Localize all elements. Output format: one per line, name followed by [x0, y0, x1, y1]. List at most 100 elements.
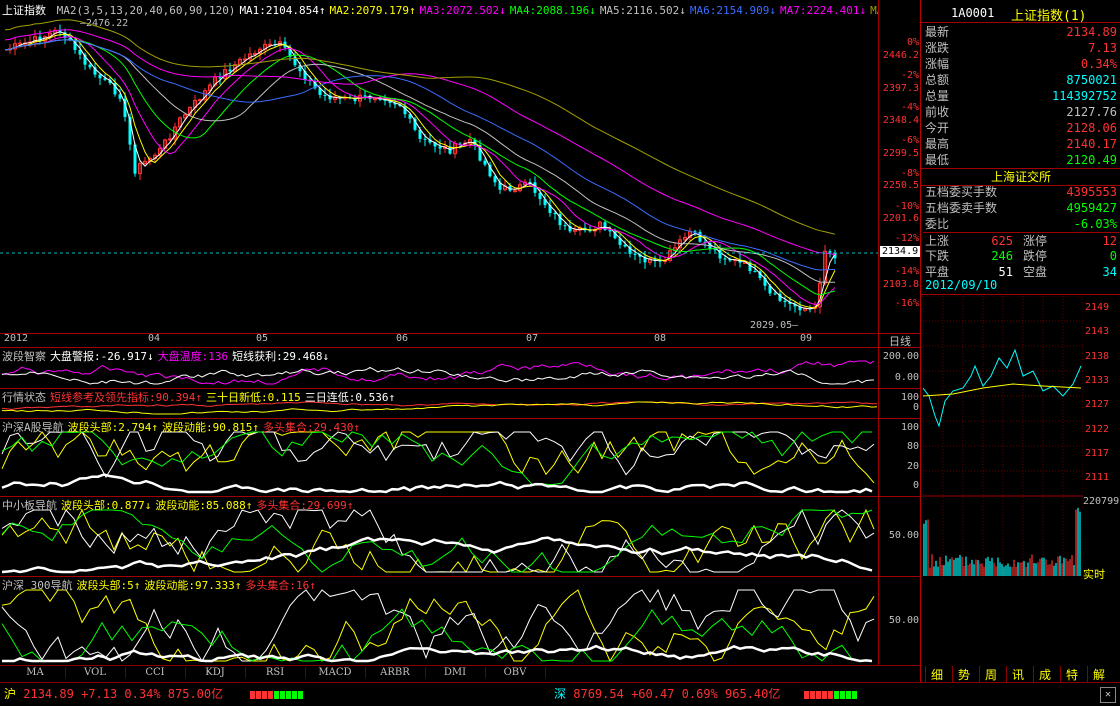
sh-change: +7.13 [81, 687, 118, 701]
tab-macd[interactable]: MACD [305, 667, 366, 678]
sz-price: 8769.54 [573, 687, 624, 701]
window-control-icon[interactable]: ✕ [1100, 687, 1116, 703]
intraday-price-tick: 2111 [1085, 472, 1110, 484]
indicator-value: 多头集合:29.699↑ [256, 499, 354, 512]
candle-body [438, 146, 442, 149]
ma-legend-item: MA8:2257.21 [870, 4, 878, 17]
intraday-date: 2012/09/10 [925, 278, 998, 292]
quote-label: 涨跌 [925, 41, 950, 55]
candle-body [783, 300, 787, 303]
tab-cci[interactable]: CCI [125, 667, 186, 678]
tab-vol[interactable]: VOL [65, 667, 126, 678]
candle-body [513, 190, 517, 193]
quote-value: 114392752 [1051, 89, 1117, 103]
indicator-value: 波段动能:90.815↑ [161, 421, 259, 434]
period-label[interactable]: 日线 [878, 333, 921, 348]
book-label: 五档委卖手数 [925, 201, 998, 215]
indicator-scale: 50.00 [878, 576, 921, 666]
candle-body [608, 229, 612, 232]
month-label: 2012 [4, 333, 29, 344]
candle-body [713, 249, 717, 251]
price-tick: 2103.8 [882, 279, 919, 290]
indicator-name: 行情状态 [2, 391, 46, 404]
quote-value: 2140.17 [1066, 137, 1117, 151]
indicator-value: 大盘警报:-26.917↓ [50, 350, 154, 363]
indicator-scale: 100 0 [878, 388, 921, 419]
ma-legend: 上证指数 MA2(3,5,13,20,40,60,90,120) MA1:2104… [2, 2, 878, 18]
right-tab[interactable]: 特 [1060, 666, 1083, 682]
indicator-scale: 200.00 0.00 [878, 347, 921, 389]
right-tab[interactable]: 成 [1033, 666, 1056, 682]
candle-body [563, 225, 567, 227]
indicator-value: 多头集合:29.430↑ [262, 421, 360, 434]
tab-dmi[interactable]: DMI [425, 667, 486, 678]
quote-label: 最新 [925, 25, 950, 39]
right-tab[interactable]: 势 [952, 666, 975, 682]
ma-legend-item: MA6:2154.909↓ [689, 4, 776, 17]
price-panel[interactable]: 上证指数 MA2(3,5,13,20,40,60,90,120) MA1:2104… [0, 0, 878, 334]
order-book-row: 五档委卖手数 4959427 [923, 200, 1119, 216]
sz-label: 深 [554, 687, 567, 701]
indicator-scale-tick: 0 [912, 480, 919, 491]
month-label: 04 [148, 333, 161, 344]
quote-value: 2128.06 [1066, 121, 1117, 135]
quote-label: 前收 [925, 105, 950, 119]
tab-ma[interactable]: MA [5, 667, 66, 678]
quote-label: 涨幅 [925, 57, 950, 71]
tab-rsi[interactable]: RSI [245, 667, 306, 678]
candle-body [623, 244, 627, 247]
sz-amount: 965.40亿 [725, 687, 781, 701]
candle-body [88, 64, 92, 68]
book-value: 4395553 [1066, 185, 1117, 199]
price-tick: 2201.6 [882, 213, 919, 224]
indicator-panel[interactable]: 沪深A股导航 波段头部:2.794↑ 波段动能:90.815↑ 多头集合:29.430… [0, 418, 878, 497]
current-price-tag: 2134.9 [880, 246, 921, 257]
candlestick-chart[interactable] [0, 0, 878, 333]
right-tab[interactable]: 讯 [1006, 666, 1029, 682]
ma-legend-item: MA5:2116.502↓ [599, 4, 686, 17]
indicator-panel[interactable]: 行情状态 短线参考及领先指标:90.394↑ 三十日新低:0.115 三日连低:0.5… [0, 388, 878, 419]
breadth-row: 上涨 625 涨停 12 [923, 232, 1119, 249]
breadth-label: 涨停 [1023, 234, 1048, 248]
candle-body [218, 77, 222, 79]
ma-legend-item: MA3:2072.502↓ [419, 4, 506, 17]
indicator-scale-tick: 0 [912, 402, 919, 413]
quote-label: 最高 [925, 137, 950, 151]
indicator-panel[interactable]: 沪深 300导航 波段头部:5↑ 波段动能:97.333↑ 多头集合:16↑ [0, 576, 878, 666]
ma-legend-item: MA2:2079.179↑ [329, 4, 416, 17]
ma-line [4, 39, 836, 296]
indicator-scale-tick: 50.00 [888, 614, 919, 626]
indicator-line [1, 360, 875, 385]
indicator-panel[interactable]: 波段智察 大盘警报:-26.917↓ 大盘温度:136 短线获利:29.468↓ [0, 347, 878, 389]
breadth-label: 上涨 [925, 234, 950, 248]
candle-body [198, 99, 202, 102]
ma-legend-item: MA7:2224.401↓ [780, 4, 867, 17]
quote-row: 总额 8750021 [923, 72, 1119, 88]
candle-body [168, 138, 172, 141]
indicator-panel[interactable]: 中小板导航 波段头部:0.877↓ 波段动能:85.088↑ 多头集合:29.699↑ [0, 496, 878, 577]
indicator-header: 沪深 300导航 波段头部:5↑ 波段动能:97.333↑ 多头集合:16↑ [2, 577, 316, 593]
price-tick: 2397.3 [882, 83, 919, 94]
right-tab[interactable]: 周 [979, 666, 1002, 682]
breadth-value: 51 [998, 265, 1013, 279]
time-axis: 2012 04 05 06 07 08 09 [0, 333, 878, 348]
tab-arbr[interactable]: ARBR [365, 667, 426, 678]
quote-row: 涨跌 7.13 [923, 40, 1119, 56]
candle-body [483, 160, 487, 165]
price-tick: 2250.5 [882, 180, 919, 191]
right-tab[interactable]: 解 [1087, 666, 1110, 682]
tab-obv[interactable]: OBV [485, 667, 546, 678]
indicator-name: 波段智察 [2, 350, 46, 363]
quote-row: 前收 2127.76 [923, 104, 1119, 120]
pct-tick: -12% [894, 233, 919, 244]
right-tab[interactable]: 细 [925, 666, 948, 682]
candle-body [323, 94, 327, 96]
intraday-price-tick: 2122 [1085, 423, 1110, 435]
quote-label: 总额 [925, 73, 950, 87]
pct-tick: -16% [894, 298, 919, 309]
chart-title: 上证指数 [2, 4, 46, 17]
intraday-chart[interactable] [923, 296, 1083, 581]
tab-kdj[interactable]: KDJ [185, 667, 246, 678]
volume-max-label: 220799 [1083, 496, 1120, 507]
chart-area[interactable]: 上证指数 MA2(3,5,13,20,40,60,90,120) MA1:2104… [0, 0, 921, 666]
